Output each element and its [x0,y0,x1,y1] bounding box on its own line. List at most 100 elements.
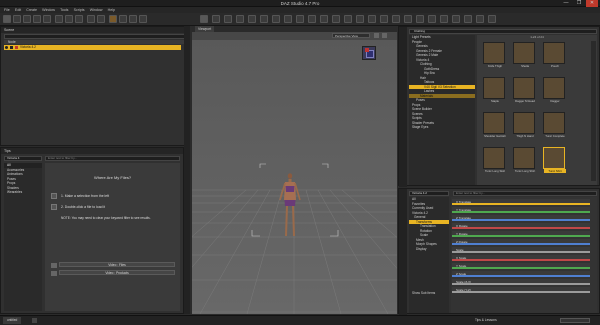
viewport[interactable]: Viewport Perspective View [192,26,397,314]
param-slider[interactable]: Y Rotate [452,231,590,237]
content-search-input[interactable]: Clothing [409,29,597,34]
tips-heading: Where Are My Files? [93,175,132,180]
cut-icon[interactable] [55,15,63,23]
timeline-icon[interactable] [464,15,472,23]
minimize-button[interactable]: — [560,0,572,7]
render-settings-icon[interactable] [119,15,127,23]
export-icon[interactable] [392,15,400,23]
tips-filter-dropdown[interactable]: Victoria 4 [4,156,42,161]
pose-tool-icon[interactable] [296,15,304,23]
navigation-cube-icon[interactable] [362,46,376,60]
maximize-button[interactable]: ❐ [573,0,585,7]
content-scrollbar[interactable] [591,41,596,181]
universal-tool-icon[interactable] [200,15,208,23]
parameters-search-input[interactable]: Enter text to filter by... [453,191,597,196]
node-weight-icon[interactable] [248,15,256,23]
content-item-thumbnail[interactable]: Sheila [513,42,535,68]
joint-editor-icon[interactable] [260,15,268,23]
show-sub-items-checkbox[interactable]: Show Sub Items [409,291,449,296]
content-item-thumbnail-selected[interactable]: Tunic Shirt [543,147,566,173]
deformer-icon[interactable] [428,15,436,23]
paste-icon[interactable] [75,15,83,23]
undo-icon[interactable] [87,15,95,23]
render-icon[interactable] [109,15,117,23]
rotate-tool-icon[interactable] [224,15,232,23]
copy-icon[interactable] [65,15,73,23]
content-item-thumbnail[interactable]: Pouch [543,42,565,68]
redo-icon[interactable] [97,15,105,23]
save-as-icon[interactable] [33,15,41,23]
lighting-icon[interactable] [129,15,137,23]
content-item-thumbnail[interactable]: Tunic Long Shirt [513,147,535,173]
param-tree-item[interactable]: Display [409,247,449,252]
open-icon[interactable] [13,15,21,23]
scene-panel: Scene Node Victoria 4.2 [0,26,190,146]
new-scene-icon[interactable] [3,15,11,23]
tips-category-item[interactable]: Wearables [4,190,42,195]
content-item-thumbnail[interactable]: Knife Thigh [483,42,505,68]
content-item-thumbnail[interactable]: Dagger [543,77,565,103]
param-slider[interactable]: Y Scale [452,263,590,269]
print-icon[interactable] [43,15,51,23]
import-icon[interactable] [404,15,412,23]
param-slider[interactable]: Z Rotate [452,239,590,245]
content-item-label: Staple [491,99,499,103]
material-icon[interactable] [332,15,340,23]
param-slider[interactable]: Scale (Y-Z) [452,287,590,293]
param-slider[interactable]: Z Scale [452,271,590,277]
content-item-thumbnail[interactable]: Dagger M Head [513,77,535,103]
video-files-button[interactable]: Video : Files [59,262,175,267]
figure-setup-icon[interactable] [440,15,448,23]
surface-select-icon[interactable] [272,15,280,23]
draw-style-icon[interactable] [374,33,379,38]
param-slider[interactable]: X Translate [452,199,590,205]
param-slider[interactable]: Y Translate [452,207,590,213]
param-slider[interactable]: Z Translate [452,215,590,221]
viewport-menu-icon[interactable] [382,33,387,38]
content-items-grid: 1-24 of 24 Knife Thigh Sheila Pouch Stap… [477,35,597,185]
camera-tool-icon[interactable] [344,15,352,23]
camera-icon[interactable] [139,15,147,23]
param-slider[interactable]: Scale (Z-X) [452,279,590,285]
visibility-eye-icon[interactable] [5,46,8,49]
geometry-editor-icon[interactable] [320,15,328,23]
param-slider[interactable]: X Rotate [452,223,590,229]
playback-icon[interactable] [488,15,496,23]
folder-stage-eyes[interactable]: Stage Eyes [409,125,475,130]
param-slider[interactable]: Scale [452,247,590,253]
status-icon [32,318,37,323]
folder-label: Props [412,102,421,107]
content-item-thumbnail[interactable]: Tunic Long Skirt [483,147,505,173]
spot-render-icon[interactable] [284,15,292,23]
scene-tab[interactable]: Scene [1,27,189,33]
scene-document-tab[interactable]: untitled [3,317,22,324]
morph-icon[interactable] [416,15,424,23]
video-products-button[interactable]: Video : Products [59,270,175,275]
parameters-node-dropdown[interactable]: Victoria 4.2 [409,191,449,196]
tips-search-input[interactable]: Enter text to filter by... [45,156,180,161]
tips-tab[interactable]: Tips [1,148,183,154]
close-button[interactable]: ✕ [586,0,598,7]
lock-icon[interactable] [10,46,13,49]
shape-tool-icon[interactable] [368,15,376,23]
folder-label: Scripts [412,116,422,120]
keyframe-icon[interactable] [476,15,484,23]
content-item-label: Tunic Complete [545,134,565,138]
bridge-icon[interactable] [380,15,388,23]
scene-node-row[interactable]: Victoria 4.2 [4,45,181,50]
save-icon[interactable] [23,15,31,23]
scene-filter-input[interactable] [4,34,186,39]
scale-tool-icon[interactable] [236,15,244,23]
region-nav-icon[interactable] [308,15,316,23]
light-tool-icon[interactable] [356,15,364,23]
translate-tool-icon[interactable] [212,15,220,23]
param-slider[interactable]: X Scale [452,255,590,261]
layout-icon[interactable] [452,15,460,23]
param-tree-label: Morph Shapes [416,242,437,246]
content-item-thumbnail[interactable]: Staple [483,77,505,103]
content-item-thumbnail[interactable]: Thigh N Hand [513,112,535,138]
camera-dropdown[interactable]: Perspective View [332,33,370,38]
content-item-thumbnail[interactable]: Shoulder Garnish [483,112,506,138]
content-item-thumbnail[interactable]: Tunic Complete [543,112,565,138]
tips-lessons-label[interactable]: Tips & Lessons [475,317,497,324]
